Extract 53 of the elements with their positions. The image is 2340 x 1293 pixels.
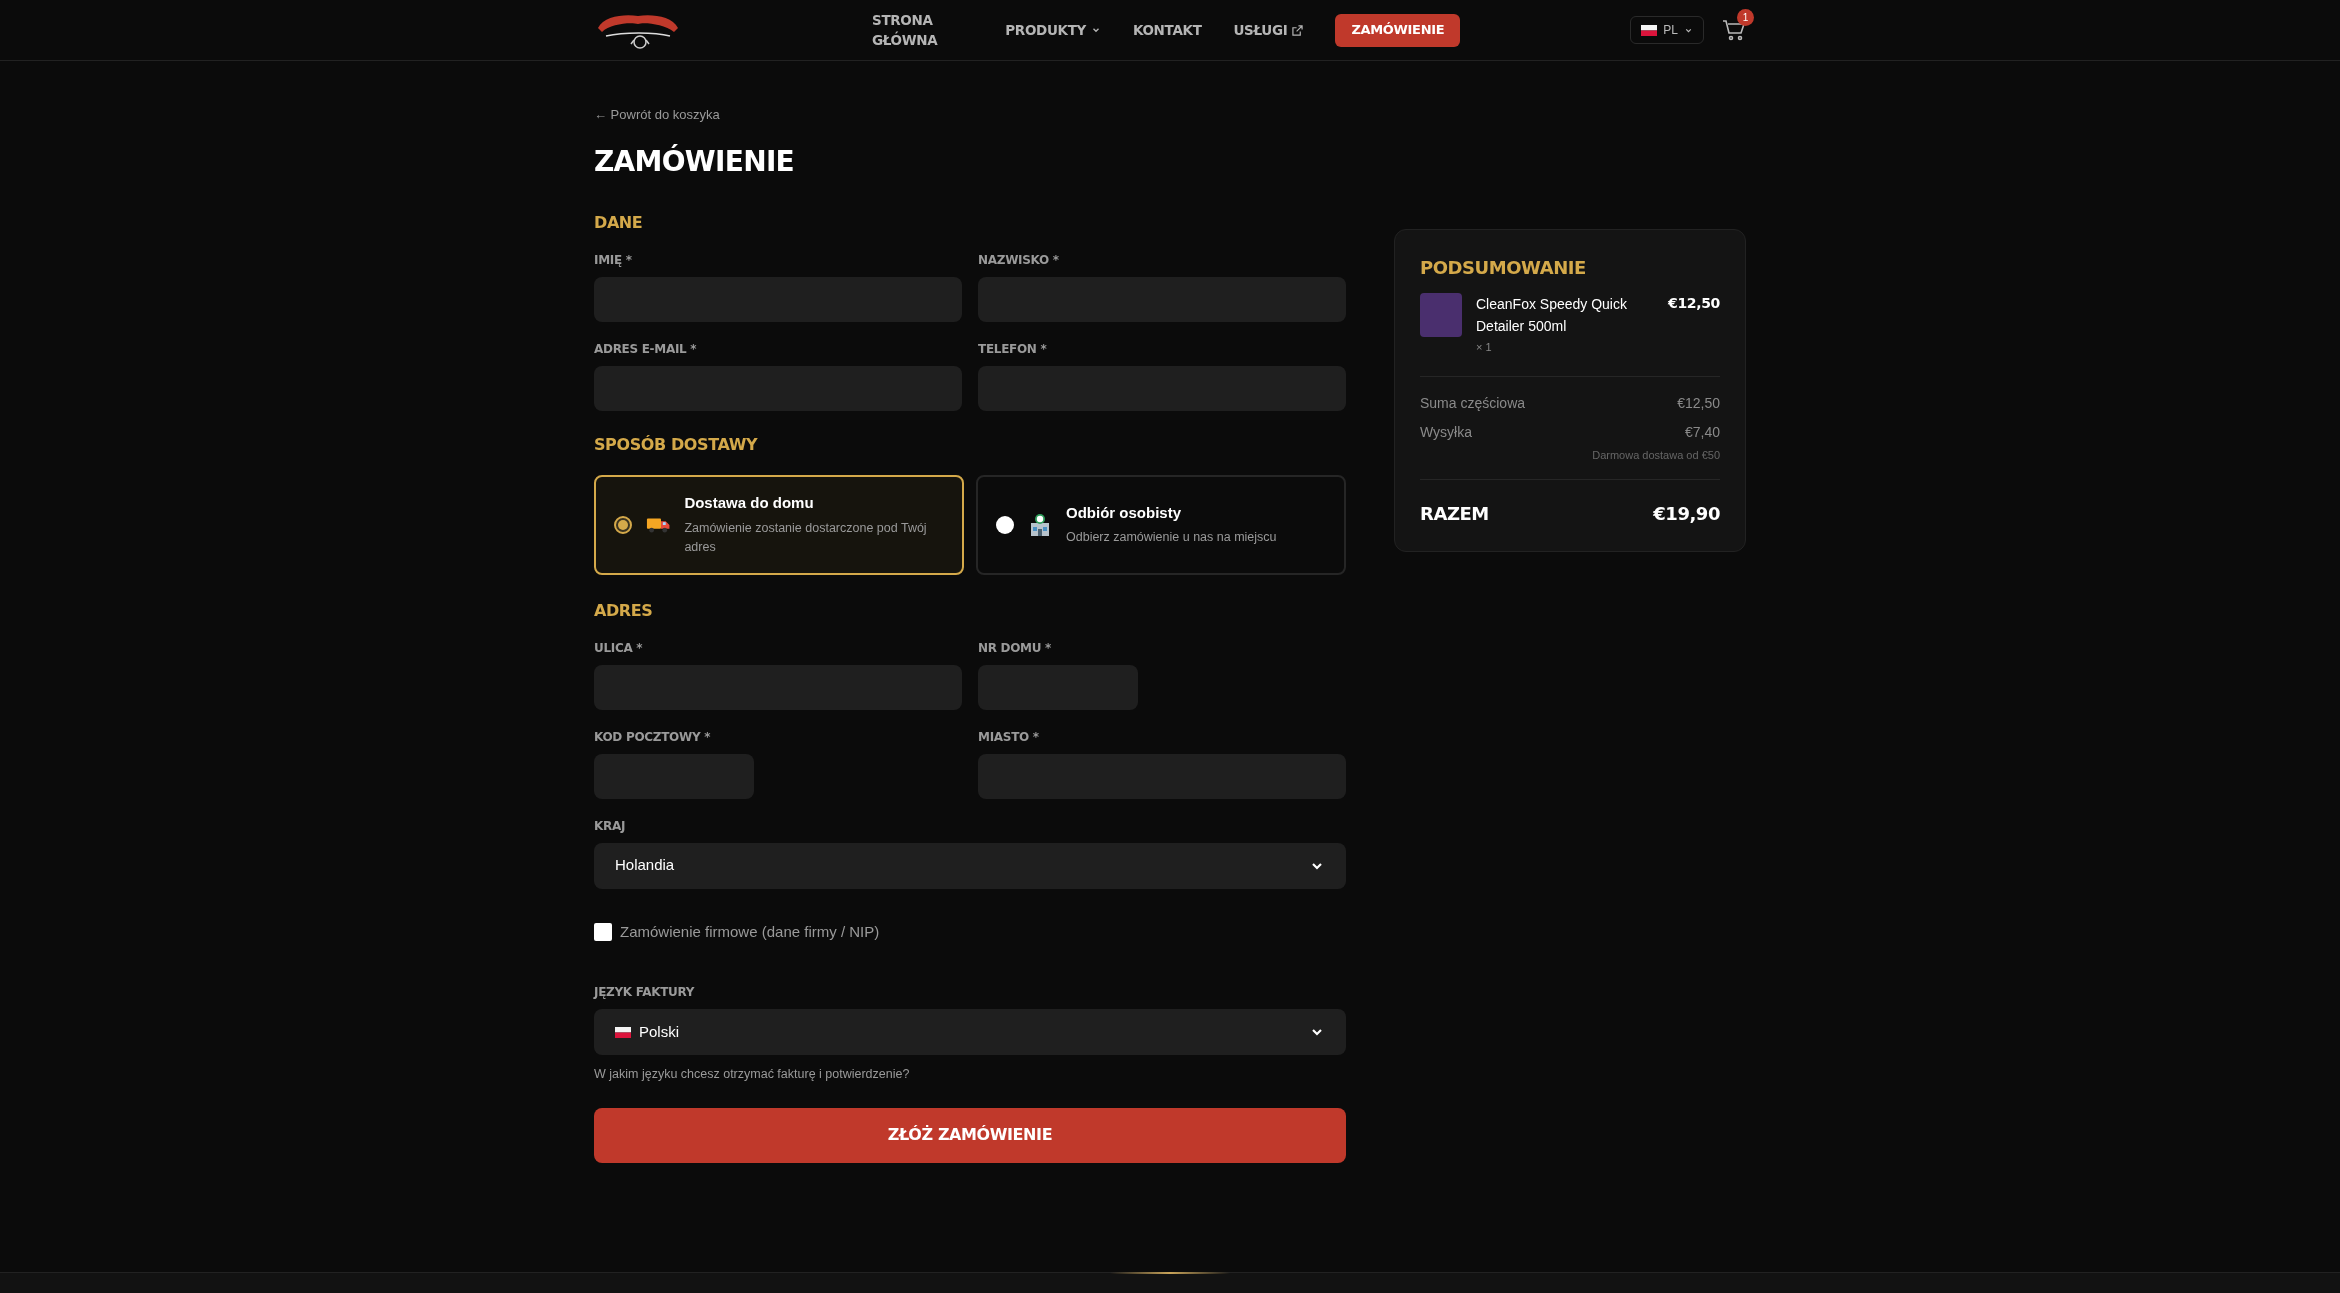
nav-link[interactable]: STRONA GŁÓWNA xyxy=(872,9,974,51)
delivery-option[interactable]: Dostawa do domu Zamówienie zostanie dostarczone pod Twój adres xyxy=(594,474,964,575)
field-label: TELEFON * xyxy=(978,340,1048,358)
summary-label: Suma częściowa xyxy=(1420,393,1526,413)
product-image-placeholder xyxy=(1420,293,1462,337)
flag-icon xyxy=(1641,24,1658,36)
submit-button[interactable]: ZŁÓŻ ZAMÓWIENIE xyxy=(594,1107,1346,1163)
product-name: CleanFox Speedy Quick Detailer 500ml xyxy=(1476,295,1628,336)
radio-button[interactable] xyxy=(996,515,1014,534)
field-label: ADRES E-MAIL * xyxy=(594,340,698,358)
field-label: NR DOMU * xyxy=(978,639,1053,657)
section-heading: SPOSÓB DOSTAWY xyxy=(594,433,759,456)
option-description: Zamówienie zostanie dostarczone pod Twój adres xyxy=(684,519,928,556)
cart-icon[interactable] xyxy=(1722,19,1746,41)
summary-label: Wysyłka xyxy=(1420,422,1472,442)
product-price: €12,50 xyxy=(1668,294,1720,313)
option-description: Odbierz zamówienie u nas na miejscu xyxy=(1066,529,1277,547)
nav-link[interactable]: KONTAKT xyxy=(1132,19,1202,41)
page-title: ZAMÓWIENIE xyxy=(594,143,796,180)
section-heading: DANE xyxy=(594,211,644,234)
delivery-option[interactable]: Odbiór osobisty Odbierz zamówienie u nas na miejscu xyxy=(976,474,1346,575)
select-field[interactable]: Holandia xyxy=(594,842,1346,889)
select-field[interactable]: Polski xyxy=(594,1009,1346,1055)
nav-link[interactable]: USŁUGI xyxy=(1233,19,1304,41)
radio-button[interactable] xyxy=(614,515,632,534)
field-label: KRAJ xyxy=(594,817,627,835)
external-link-icon xyxy=(1292,24,1304,36)
field-label: JĘZYK FAKTURY xyxy=(594,984,696,1001)
option-title: Odbiór osobisty xyxy=(1066,502,1182,523)
back-link[interactable]: ← Powrót do koszyka xyxy=(594,105,1346,125)
total-label: RAZEM xyxy=(1420,502,1489,526)
checkbox-label: Zamówienie firmowe (dane firmy / NIP) xyxy=(620,921,880,942)
nav-link[interactable]: PRODUKTY xyxy=(1005,19,1101,41)
total-value: €19,90 xyxy=(1653,502,1720,526)
summary-value: €7,40 xyxy=(1684,422,1720,442)
hint-text: W jakim języku chcesz otrzymać fakturę i potwierdzenie? xyxy=(594,1066,911,1083)
language-selector[interactable]: PL xyxy=(1630,16,1704,44)
field-label: NAZWISKO * xyxy=(978,251,1060,269)
summary-value: €12,50 xyxy=(1677,393,1720,413)
flag-icon xyxy=(615,1026,631,1038)
option-title: Dostawa do domu xyxy=(684,493,815,514)
store-icon xyxy=(1028,512,1052,537)
order-button[interactable]: ZAMÓWIENIE xyxy=(1335,13,1461,47)
field-label: IMIĘ * xyxy=(594,251,633,269)
cart-count-badge: 1 xyxy=(1737,9,1754,26)
field-label: KOD POCZTOWY * xyxy=(594,728,712,746)
field-label: MIASTO * xyxy=(978,728,1040,746)
checkbox[interactable] xyxy=(594,922,612,941)
summary-title: PODSUMOWANIE xyxy=(1420,256,1587,280)
field-label: ULICA * xyxy=(594,639,644,657)
shipping-note: Darmowa dostawa od €50 xyxy=(1592,447,1720,463)
product-quantity: × 1 xyxy=(1476,340,1493,355)
section-heading: ADRES xyxy=(594,599,654,622)
